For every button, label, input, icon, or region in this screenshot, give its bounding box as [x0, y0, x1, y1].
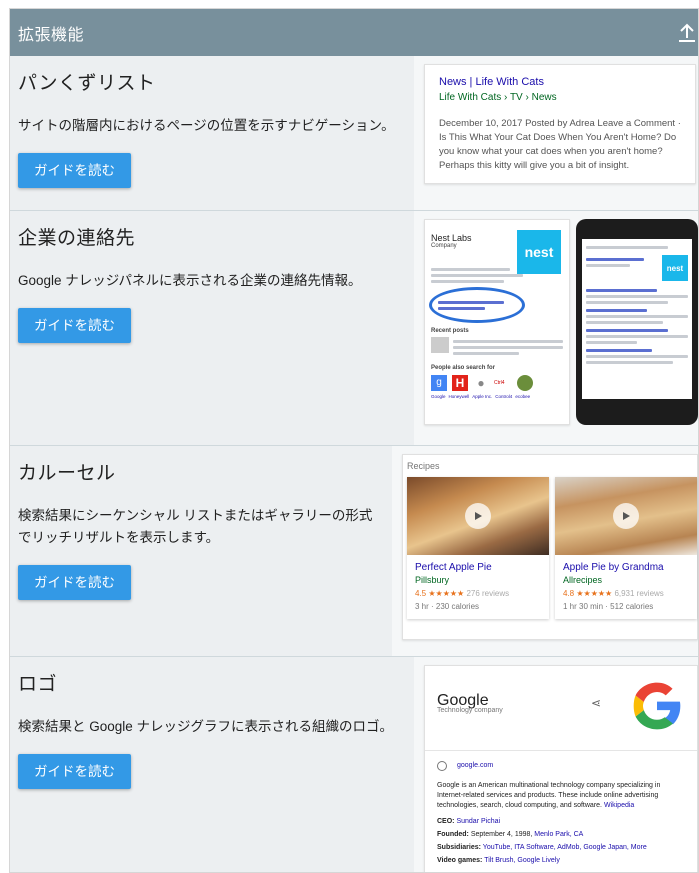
related-icons: g H ● Ctrl4	[431, 375, 563, 391]
logo-preview: Google Technology company ⋖ google.com G…	[424, 665, 698, 872]
carousel-label: Recipes	[407, 461, 440, 471]
recipe-name[interactable]: Perfect Apple Pie	[415, 561, 541, 574]
wikipedia-link[interactable]: Wikipedia	[604, 802, 634, 809]
founded-value: September 4, 1998,	[470, 831, 533, 838]
related-name: ecobee	[515, 394, 531, 399]
video-games-links[interactable]: Tilt Brush, Google Lively	[484, 857, 560, 864]
collapse-up-icon[interactable]	[672, 18, 698, 48]
related-name: Google	[431, 394, 446, 399]
recipe-meta: 1 hr 30 min · 512 calories	[563, 602, 654, 611]
read-guide-button[interactable]: ガイドを読む	[18, 565, 131, 600]
founded-label: Founded:	[437, 831, 469, 838]
panel-title: 拡張機能	[18, 26, 85, 44]
subsidiaries-links[interactable]: YouTube, ITA Software, AdMob, Google Jap…	[483, 844, 647, 851]
preview-breadcrumb: Life With Cats › TV › News	[439, 92, 557, 103]
related-name: Control4	[495, 394, 513, 399]
read-guide-button[interactable]: ガイドを読む	[18, 308, 131, 343]
read-guide-button[interactable]: ガイドを読む	[18, 754, 131, 789]
read-guide-button[interactable]: ガイドを読む	[18, 153, 131, 188]
rating-stars: 4.8 ★★★★★	[563, 589, 613, 598]
highlight-circle	[429, 287, 525, 323]
ceo-link[interactable]: Sundar Pichai	[456, 818, 500, 825]
breadcrumb-preview: News | Life With Cats Life With Cats › T…	[424, 64, 696, 184]
knowledge-panel-preview: Nest Labs Company nest Recent posts Peop…	[424, 219, 570, 425]
apple-icon: ●	[477, 376, 485, 390]
recipe-name[interactable]: Apple Pie by Grandma	[563, 561, 689, 574]
contact-preview: Nest Labs Company nest Recent posts Peop…	[424, 219, 698, 425]
site-link[interactable]: google.com	[457, 761, 493, 771]
recipe-card[interactable]: Apple Pie by Grandma Allrecipes 4.8 ★★★★…	[555, 477, 697, 619]
google-g-icon: g	[431, 375, 447, 391]
section-title: 企業の連絡先	[18, 228, 136, 249]
recipe-image	[407, 477, 549, 555]
section-breadcrumb: パンくずリスト サイトの階層内におけるページの位置を示すナビゲーション。 ガイド…	[10, 56, 698, 211]
section-title: ロゴ	[18, 674, 58, 695]
extensions-panel: 拡張機能 パンくずリスト サイトの階層内におけるページの位置を示すナビゲーション…	[9, 8, 699, 873]
globe-icon	[437, 761, 447, 771]
play-icon[interactable]	[465, 503, 491, 529]
video-games-label: Video games:	[437, 857, 483, 864]
recipe-image	[555, 477, 697, 555]
section-title: パンくずリスト	[18, 73, 156, 94]
preview-snippet: December 10, 2017 Posted by Adrea Leave …	[439, 118, 681, 171]
control4-icon: Ctrl4	[494, 380, 505, 386]
honeywell-h-icon: H	[452, 375, 468, 391]
section-description: 検索結果にシーケンシャル リストまたはギャラリーの形式でリッチリザルトを表示しま…	[18, 508, 373, 545]
play-icon[interactable]	[613, 503, 639, 529]
people-also-label: People also search for	[431, 365, 496, 371]
carousel-preview: Recipes Perfect Apple Pie Pillsbury 4.5 …	[402, 454, 698, 640]
section-logo: ロゴ 検索結果と Google ナレッジグラフに表示される組織のロゴ。 ガイドを…	[10, 657, 698, 872]
related-name: Honeywell	[448, 394, 470, 399]
subsidiaries-label: Subsidiaries:	[437, 844, 481, 851]
section-description: 検索結果と Google ナレッジグラフに表示される組織のロゴ。	[18, 719, 394, 734]
nest-logo: nest	[517, 230, 561, 274]
recipe-rating: 4.5 ★★★★★ 276 reviews	[415, 587, 541, 600]
related-name: Apple Inc.	[472, 394, 493, 399]
rating-stars: 4.5 ★★★★★	[415, 589, 465, 598]
recipe-card[interactable]: Perfect Apple Pie Pillsbury 4.5 ★★★★★ 27…	[407, 477, 549, 619]
section-title: カルーセル	[18, 463, 116, 484]
panel-header: 拡張機能	[10, 9, 698, 56]
recipe-source: Allrecipes	[563, 575, 603, 585]
recipe-meta: 3 hr · 230 calories	[415, 602, 480, 611]
review-count: 276 reviews	[466, 589, 510, 598]
recent-posts-label: Recent posts	[431, 328, 469, 334]
ecobee-icon	[517, 375, 533, 391]
section-carousel: カルーセル 検索結果にシーケンシャル リストまたはギャラリーの形式でリッチリザル…	[10, 446, 698, 657]
share-icon[interactable]: ⋖	[591, 697, 601, 709]
founded-place-link[interactable]: Menlo Park, CA	[534, 831, 583, 838]
google-logo-icon	[633, 682, 681, 730]
section-contact: 企業の連絡先 Google ナレッジパネルに表示される企業の連絡先情報。 ガイド…	[10, 211, 698, 446]
recipe-rating: 4.8 ★★★★★ 6,931 reviews	[563, 587, 689, 600]
company-name: Google	[437, 692, 489, 709]
section-description: サイトの階層内におけるページの位置を示すナビゲーション。	[18, 118, 395, 133]
phone-mockup: nest	[576, 219, 698, 425]
preview-title[interactable]: News | Life With Cats	[439, 75, 683, 89]
company-subtitle: Technology company	[437, 707, 503, 714]
review-count: 6,931 reviews	[614, 589, 664, 598]
section-description: Google ナレッジパネルに表示される企業の連絡先情報。	[18, 273, 362, 288]
recipe-source: Pillsbury	[415, 575, 450, 585]
nest-logo-small: nest	[662, 255, 688, 281]
ceo-label: CEO:	[437, 818, 455, 825]
